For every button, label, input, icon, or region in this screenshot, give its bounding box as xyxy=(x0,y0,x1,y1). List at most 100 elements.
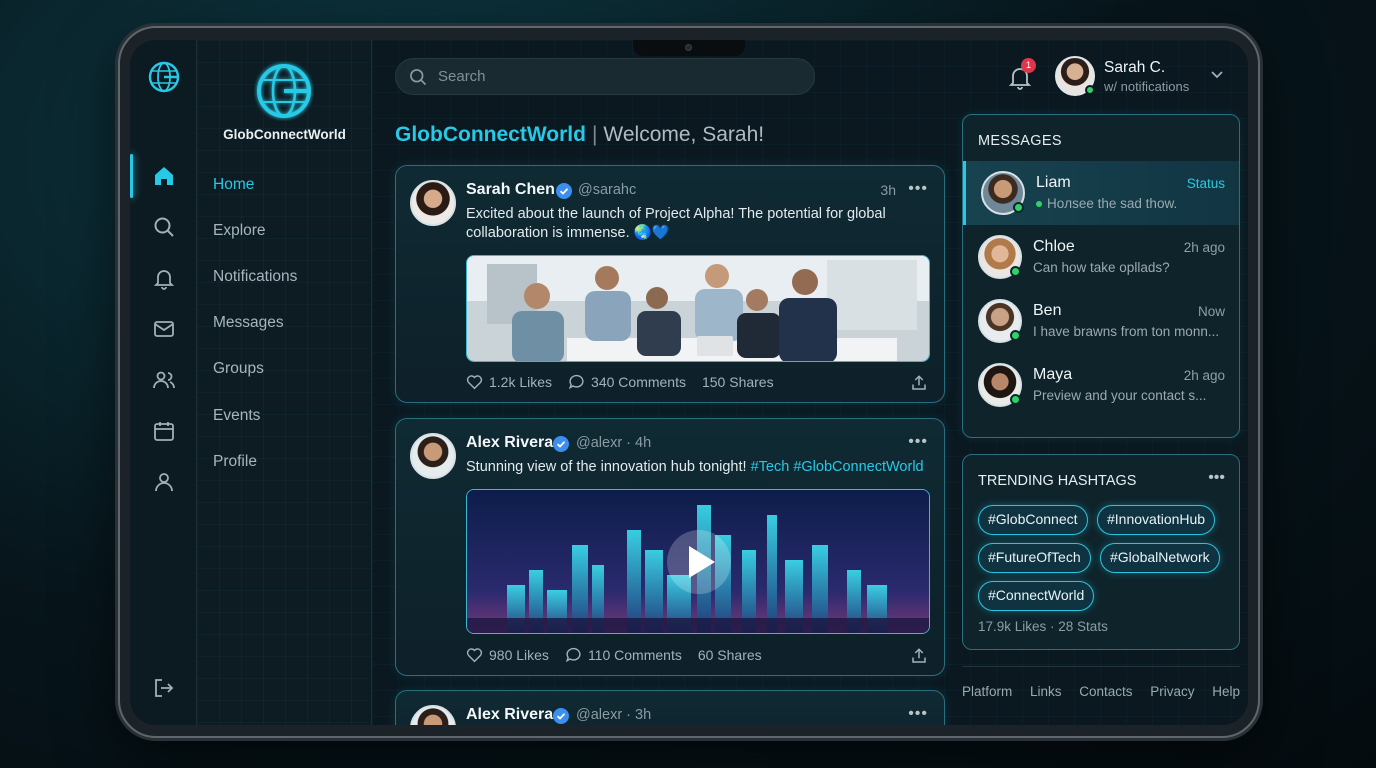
avatar[interactable] xyxy=(410,705,456,725)
post-actions: 1.2k Likes 340 Comments 150 Shares xyxy=(466,374,774,390)
footer-link-privacy[interactable]: Privacy xyxy=(1150,684,1194,699)
like-count: 980 Likes xyxy=(489,647,549,663)
feed-post: Sarah Chen @sarahc 3h ••• Excited about … xyxy=(395,165,945,403)
footer-link-platform[interactable]: Platform xyxy=(962,684,1012,699)
nav-item-messages[interactable]: Messages xyxy=(213,314,284,332)
logout-icon xyxy=(154,679,173,697)
rail-home[interactable] xyxy=(130,154,197,198)
message-sender: Ben xyxy=(1033,302,1062,319)
share-icon[interactable] xyxy=(910,647,928,665)
hashtag-chip[interactable]: #InnovationHub xyxy=(1097,505,1216,535)
globe-logo-icon[interactable] xyxy=(253,60,315,122)
share-count[interactable]: 150 Shares xyxy=(702,374,774,390)
post-handle[interactable]: @sarahc xyxy=(578,182,636,198)
post-handle[interactable]: @alexr · 4h xyxy=(576,435,651,451)
rail-notifications[interactable] xyxy=(130,256,197,300)
chevron-down-icon[interactable] xyxy=(1210,70,1224,80)
message-item[interactable]: Maya 2h ago Preview and your contact s..… xyxy=(963,353,1239,417)
nav-item-explore[interactable]: Explore xyxy=(213,222,266,240)
message-time: 2h ago xyxy=(1183,240,1225,255)
post-author[interactable]: Alex Rivera xyxy=(466,434,553,452)
post-actions: 980 Likes 110 Comments 60 Shares xyxy=(466,647,762,663)
logout-button[interactable] xyxy=(130,666,197,710)
hashtag-link[interactable]: #Tech xyxy=(751,459,790,475)
online-status-dot xyxy=(1010,394,1021,405)
nav-item-events[interactable]: Events xyxy=(213,407,260,425)
message-item[interactable]: Chloe 2h ago Can how take opllads? xyxy=(963,225,1239,289)
globe-logo-icon[interactable] xyxy=(147,60,181,94)
more-options-icon[interactable]: ••• xyxy=(908,705,928,723)
avatar[interactable] xyxy=(410,180,456,226)
hashtag-chip[interactable]: #ConnectWorld xyxy=(978,581,1095,611)
title-separator: | xyxy=(591,123,598,146)
title-welcome: Welcome, Sarah! xyxy=(603,123,765,146)
nav-item-home[interactable]: Home xyxy=(213,176,254,194)
bell-icon xyxy=(153,270,174,290)
brand-name: GlobConnectWorld xyxy=(223,127,346,142)
rail-explore[interactable] xyxy=(130,205,197,249)
more-options-icon[interactable]: ••• xyxy=(908,433,928,451)
user-subtitle: w/ notifications xyxy=(1104,79,1190,94)
search-bar[interactable] xyxy=(395,58,815,95)
search-input[interactable] xyxy=(438,68,798,85)
hashtag-chip[interactable]: #GlobConnect xyxy=(978,505,1088,535)
comment-icon xyxy=(565,647,581,663)
share-count[interactable]: 60 Shares xyxy=(698,647,762,663)
share-icon[interactable] xyxy=(910,374,928,392)
nav-item-groups[interactable]: Groups xyxy=(213,360,264,378)
footer-links: Platform Links Contacts Privacy Help xyxy=(962,684,1240,699)
verified-badge-icon xyxy=(553,436,569,452)
city-skyline-video xyxy=(467,490,929,633)
nav-item-notifications[interactable]: Notifications xyxy=(213,268,297,286)
nav-panel: GlobConnectWorld Home Explore Notificati… xyxy=(197,40,372,725)
comment-icon xyxy=(568,374,584,390)
like-button[interactable]: 1.2k Likes xyxy=(466,374,552,390)
post-author[interactable]: Alex Rivera xyxy=(466,706,553,724)
verified-badge-icon xyxy=(553,708,569,724)
post-video[interactable] xyxy=(466,489,930,634)
messages-title: MESSAGES xyxy=(978,133,1062,149)
message-sender: Liam xyxy=(1036,174,1071,191)
comment-button[interactable]: 110 Comments xyxy=(565,647,682,663)
post-handle[interactable]: @alexr · 3h xyxy=(576,707,651,723)
comment-button[interactable]: 340 Comments xyxy=(568,374,686,390)
message-item[interactable]: Ben Now I have brawns from ton monn... xyxy=(963,289,1239,353)
icon-rail xyxy=(130,40,197,725)
post-image[interactable] xyxy=(466,255,930,362)
message-preview-text: Hoлsee the sad thow. xyxy=(1047,196,1178,211)
heart-icon xyxy=(466,375,483,390)
verified-badge-icon xyxy=(556,183,572,199)
message-item[interactable]: Liam Status Hoлsee the sad thow. xyxy=(963,161,1239,225)
rail-groups[interactable] xyxy=(130,358,197,402)
home-icon xyxy=(154,167,173,185)
like-button[interactable]: 980 Likes xyxy=(466,647,549,663)
message-time: 2h ago xyxy=(1183,368,1225,383)
footer-link-links[interactable]: Links xyxy=(1030,684,1062,699)
camera-notch xyxy=(633,40,745,56)
users-icon xyxy=(152,371,175,389)
post-text: Stunning view of the innovation hub toni… xyxy=(466,458,936,477)
avatar[interactable] xyxy=(410,433,456,479)
heart-icon xyxy=(466,648,483,663)
footer-link-help[interactable]: Help xyxy=(1212,684,1240,699)
message-preview: Preview and your contact s... xyxy=(1033,388,1207,403)
rail-profile[interactable] xyxy=(130,460,197,504)
user-name[interactable]: Sarah C. xyxy=(1104,59,1165,77)
hashtag-chip[interactable]: #FutureOfTech xyxy=(978,543,1091,573)
more-options-icon[interactable]: ••• xyxy=(908,180,928,198)
footer-link-contacts[interactable]: Contacts xyxy=(1079,684,1132,699)
rail-events[interactable] xyxy=(130,409,197,453)
app-screen: GlobConnectWorld Home Explore Notificati… xyxy=(130,40,1248,725)
hashtag-chip[interactable]: #GlobalNetwork xyxy=(1100,543,1220,573)
feed-post: Alex Rivera @alexr · 3h ••• xyxy=(395,690,945,725)
trending-stats: 17.9k Likes · 28 Stats xyxy=(978,619,1108,634)
rail-messages[interactable] xyxy=(130,307,197,351)
more-options-icon[interactable]: ••• xyxy=(1208,469,1225,487)
hashtag-link[interactable]: #GlobConnectWorld xyxy=(793,459,923,475)
post-author[interactable]: Sarah Chen xyxy=(466,181,555,199)
message-preview: I have brawns from ton monn... xyxy=(1033,324,1220,339)
search-icon xyxy=(154,217,174,237)
camera-icon xyxy=(685,44,692,51)
online-status-dot xyxy=(1010,330,1021,341)
nav-item-profile[interactable]: Profile xyxy=(213,453,257,471)
